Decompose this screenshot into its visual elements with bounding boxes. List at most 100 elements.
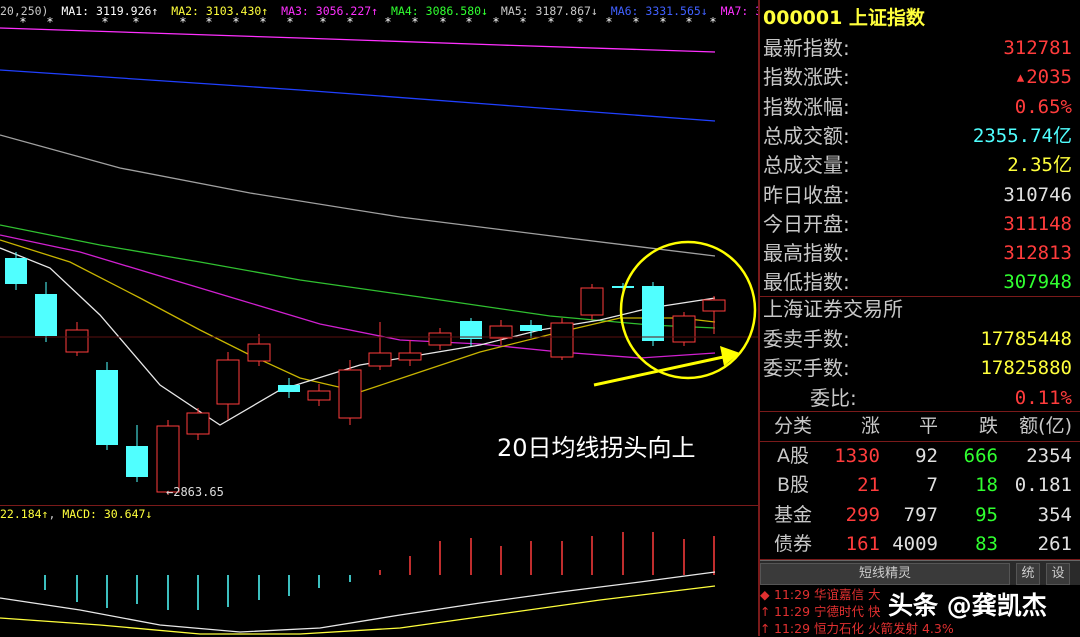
macd-value: MACD: 30.647↓ — [62, 507, 153, 521]
ma5-value: MA5: 3187.867↓ — [500, 4, 598, 18]
exchange-row: 上海证券交易所 — [760, 295, 1078, 324]
header-cell: 跌 — [978, 415, 998, 437]
tab-settings[interactable]: 设 — [1046, 563, 1070, 585]
quote-label: 指数涨幅: — [763, 94, 850, 119]
order-value: 0.11% — [1014, 386, 1072, 409]
up-count: 299 — [845, 503, 880, 526]
candle-body-up — [672, 315, 696, 343]
ma-prefix: 20,250) — [0, 4, 49, 18]
quote-row: 总成交量: 2.35亿 — [760, 151, 1078, 180]
macd-indicator-bar: 22.184↑, MACD: 30.647↓ — [0, 507, 153, 521]
quote-value: 2355.74亿 — [972, 124, 1072, 147]
ma-line — [0, 234, 716, 359]
quote-row: 总成交额: 2355.74亿 — [760, 122, 1078, 151]
quote-label: 总成交额: — [763, 123, 850, 148]
flat-count: 92 — [915, 445, 938, 467]
ma-indicator-bar: 20,250) MA1: 3119.926↑ MA2: 3103.430↑ MA… — [0, 4, 758, 22]
order-label: 委比: — [810, 385, 857, 410]
category-cell: A股 — [777, 445, 809, 467]
ma4-value: MA4: 3086.580↓ — [391, 4, 488, 18]
diamond-icon: ◆ — [760, 587, 770, 602]
ma3-value: MA3: 3056.227↑ — [281, 4, 379, 18]
header-cell: 分类 — [773, 415, 812, 437]
quote-row: 最高指数: 312813 — [760, 239, 1078, 268]
arrow-shaft — [593, 354, 729, 387]
quote-value: 310746 — [1003, 183, 1072, 206]
candle-body-up — [247, 343, 271, 362]
quote-value: 312813 — [1003, 242, 1072, 265]
candle-body-up — [428, 332, 452, 346]
header-cell: 涨 — [860, 415, 880, 437]
kline-chart[interactable]: * * * * * * * * * * * * * * * * * * * * * * * * 20,250) MA1: 31… — [0, 0, 758, 636]
chart-divider — [0, 505, 758, 506]
order-label: 委买手数: — [763, 356, 850, 381]
candle-body-down — [278, 385, 300, 392]
news-text: 11:29 恒力石化 火箭发射 4.3% — [774, 621, 954, 636]
candle-body-up — [65, 329, 89, 353]
header-cell: 平 — [918, 415, 938, 437]
up-count: 1330 — [834, 445, 880, 467]
candle-body-up — [338, 369, 362, 419]
quote-label: 总成交量: — [763, 153, 850, 178]
candle-body-up — [368, 352, 392, 367]
candle-body-up — [580, 287, 604, 316]
down-count: 83 — [975, 532, 998, 555]
header-cell: 额(亿) — [1019, 415, 1072, 437]
ma7-value: MA7: 346 — [720, 4, 758, 18]
candle-body-down — [460, 321, 482, 339]
candle-body-down — [612, 286, 634, 288]
quote-label: 指数涨跌: — [763, 65, 850, 90]
quote-row: 昨日收盘: 310746 — [760, 181, 1078, 210]
category-cell: 基金 — [773, 503, 812, 526]
ma1-value: MA1: 3119.926↑ — [61, 4, 159, 18]
candle-body-down — [642, 286, 664, 341]
candle-body-up — [186, 412, 210, 435]
quote-label: 最新指数: — [763, 36, 850, 60]
breadth-header: 分类 涨 平 跌额(亿) — [760, 412, 1080, 441]
short-term-tabbar: 短线精灵 统 设 — [760, 560, 1080, 585]
tab-short-term-genie[interactable]: 短线精灵 — [760, 563, 1010, 585]
down-count: 18 — [975, 474, 998, 497]
order-value: 17785448 — [980, 328, 1072, 350]
ma6-value: MA6: 3331.565↓ — [610, 4, 708, 18]
news-item[interactable]: ↑ 11:29 恒力石化 火箭发射 4.3% — [760, 620, 1080, 637]
ma20-annotation: 20日均线拐头向上 — [497, 434, 696, 462]
order-value: 17825880 — [980, 357, 1072, 380]
quote-value: ▴2035 — [1014, 66, 1072, 89]
candle-body-up — [156, 425, 180, 493]
up-count: 161 — [845, 532, 880, 555]
candle-body-up — [489, 325, 513, 339]
candle-body-down — [520, 325, 542, 331]
exchange-label: 上海证券交易所 — [763, 297, 903, 321]
up-arrow-icon: ↑ — [760, 604, 771, 619]
order-row: 委买手数: 17825880 — [760, 354, 1078, 383]
quote-value: 0.65% — [1014, 95, 1072, 118]
quote-value: 311148 — [1003, 212, 1072, 235]
quote-value: 312781 — [1003, 37, 1072, 59]
tab-stats[interactable]: 统 — [1016, 563, 1040, 585]
news-text: 11:29 华谊嘉信 大 — [774, 587, 881, 602]
ma-line — [0, 134, 716, 257]
stock-title: 000001 上证指数 — [763, 7, 925, 29]
quote-label: 最高指数: — [763, 241, 850, 266]
ma2-value: MA2: 3103.430↑ — [171, 4, 269, 18]
breadth-row: A股 1330 92 666 2354 — [760, 442, 1080, 471]
category-cell: 债券 — [773, 532, 812, 555]
ma-line — [0, 224, 716, 329]
ma-line — [0, 69, 716, 122]
amount-cell: 2354 — [1026, 445, 1072, 467]
quote-row: 指数涨幅: 0.65% — [760, 93, 1078, 122]
watermark: 头条 @龚凯杰 — [888, 591, 1047, 620]
quote-row: 最新指数: 312781 — [760, 34, 1078, 63]
flat-count: 4009 — [892, 532, 938, 555]
candle-body-up — [702, 299, 726, 312]
quote-label: 昨日收盘: — [763, 182, 850, 207]
candle-body-up — [550, 322, 574, 358]
flat-count: 797 — [903, 503, 938, 526]
amount-cell: 261 — [1037, 532, 1072, 555]
quote-value: 307948 — [1003, 271, 1072, 294]
candle-body-down — [35, 294, 57, 336]
order-row: 委卖手数: 17785448 — [760, 325, 1078, 354]
breadth-row: B股 21 7 18 0.181 — [760, 471, 1080, 500]
breadth-row: 债券 161 4009 83 261 — [760, 530, 1080, 559]
